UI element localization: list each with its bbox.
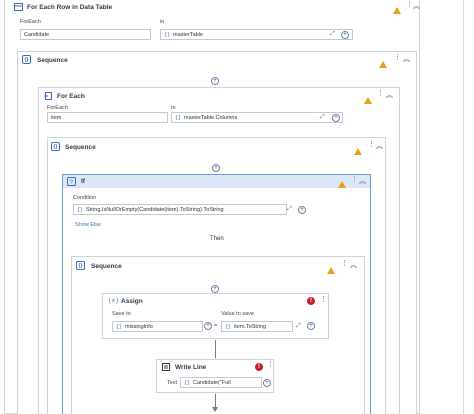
- error-icon[interactable]: !: [307, 297, 315, 305]
- outer-sequence-header[interactable]: {} Sequence ⋮ ︽: [18, 52, 416, 69]
- in-collection-field[interactable]: {} masterTable.Columns: [171, 112, 343, 123]
- right-rail-line: [463, 0, 464, 414]
- expand-editor-icon[interactable]: ⤢: [287, 206, 292, 213]
- inner-sequence-header[interactable]: {} Sequence ⋮ ︽: [48, 138, 385, 155]
- expression-brace-icon: {}: [164, 31, 171, 38]
- write-line-title: Write Line: [175, 364, 207, 371]
- save-to-label: Save to: [112, 311, 131, 317]
- add-variable-icon[interactable]: +: [298, 206, 306, 214]
- add-variable-icon[interactable]: +: [307, 322, 315, 330]
- warning-icon[interactable]: [354, 148, 362, 155]
- warning-icon[interactable]: [393, 6, 401, 14]
- warning-icon[interactable]: [327, 267, 335, 274]
- for-each-row-title: For Each Row in Data Table: [27, 4, 113, 11]
- save-to-field[interactable]: {} missingInfo: [112, 321, 203, 332]
- expression-brace-icon: {}: [116, 323, 123, 330]
- foreach-label: ForEach: [20, 19, 41, 25]
- expand-editor-icon[interactable]: ⤢: [296, 323, 301, 330]
- warning-icon[interactable]: [364, 97, 372, 104]
- add-variable-icon[interactable]: +: [263, 379, 271, 387]
- condition-field[interactable]: {} String.IsNullOrEmpty(Candidate(item).…: [73, 204, 287, 215]
- assign-icon: (x): [108, 297, 119, 304]
- foreach-variable-value: item: [51, 114, 62, 121]
- more-options-icon[interactable]: ⋮: [351, 176, 358, 183]
- then-sequence-header[interactable]: {} Sequence ⋮ ︽: [72, 257, 364, 274]
- foreach-variable-value: Candidate: [24, 31, 50, 38]
- more-options-icon[interactable]: ⋮: [394, 54, 401, 61]
- for-each-row-header[interactable]: For Each Row in Data Table ⋮ ︽: [5, 0, 420, 14]
- write-line-icon: [162, 363, 170, 371]
- collapse-icon[interactable]: ︽: [413, 3, 420, 11]
- if-title: If: [81, 178, 85, 185]
- condition-label: Condition: [73, 195, 97, 201]
- collapse-icon[interactable]: ︽: [403, 56, 410, 64]
- collapse-icon[interactable]: ︽: [386, 92, 393, 100]
- sequence-icon: {}: [22, 55, 31, 64]
- add-variable-icon[interactable]: +: [341, 31, 349, 39]
- in-collection-field[interactable]: {} masterTable: [160, 29, 353, 40]
- collapse-icon[interactable]: ︽: [359, 178, 366, 186]
- save-to-value: missingInfo: [125, 323, 153, 330]
- in-collection-value: masterTable: [173, 31, 203, 38]
- for-each-icon: [44, 92, 52, 100]
- then-sequence-title: Sequence: [91, 263, 122, 270]
- then-label: Then: [210, 236, 224, 242]
- expression-brace-icon: {}: [184, 379, 191, 386]
- connector-line: [215, 340, 216, 358]
- sequence-icon: {}: [51, 142, 60, 151]
- for-each-row-icon: [14, 3, 23, 11]
- foreach-label: ForEach: [47, 105, 68, 111]
- equals-sign: =: [214, 323, 218, 329]
- in-label: in: [160, 19, 165, 25]
- assign-title: Assign: [121, 298, 143, 305]
- text-label: Text: [167, 380, 178, 386]
- insert-activity-icon[interactable]: +: [211, 285, 219, 293]
- show-else-link[interactable]: Show Else: [75, 222, 101, 228]
- expression-brace-icon: {}: [77, 206, 84, 213]
- more-options-icon[interactable]: ⋮: [320, 296, 327, 303]
- more-options-icon[interactable]: ⋮: [377, 90, 384, 97]
- connector-line: [215, 394, 216, 408]
- sequence-icon: {}: [76, 261, 85, 270]
- value-to-save-label: Value to save: [221, 311, 254, 317]
- if-header[interactable]: ? If ⋮ ︽: [63, 175, 370, 188]
- text-field[interactable]: {} Candidate("Full: [180, 377, 262, 388]
- more-options-icon[interactable]: ⋮: [368, 141, 375, 148]
- warning-icon[interactable]: [338, 181, 346, 188]
- condition-value: String.IsNullOrEmpty(Candidate(item).ToS…: [86, 206, 224, 213]
- error-icon[interactable]: !: [255, 363, 263, 371]
- add-variable-icon[interactable]: +: [204, 322, 212, 330]
- in-label: In: [171, 105, 176, 111]
- collapse-icon[interactable]: ︽: [350, 262, 357, 270]
- expand-editor-icon[interactable]: ⤢: [330, 31, 335, 38]
- connector-arrowhead: [212, 407, 218, 412]
- more-options-icon[interactable]: ⋮: [341, 260, 348, 267]
- insert-activity-icon[interactable]: +: [211, 77, 219, 85]
- for-each-header[interactable]: For Each ⋮ ︽: [39, 88, 399, 105]
- value-to-save-field[interactable]: {} item.ToString: [221, 321, 293, 332]
- write-line-header[interactable]: Write Line ! ⋮: [157, 360, 274, 374]
- warning-icon[interactable]: [379, 61, 387, 68]
- text-value: Candidate("Full: [193, 379, 231, 386]
- inner-sequence-title: Sequence: [65, 144, 96, 151]
- foreach-variable-field[interactable]: item: [47, 112, 168, 123]
- expression-brace-icon: {}: [175, 114, 182, 121]
- more-options-icon[interactable]: ⋮: [406, 1, 413, 8]
- assign-activity[interactable]: (x) Assign ! ⋮ Save to {} missingInfo + …: [102, 293, 329, 339]
- insert-activity-icon[interactable]: +: [212, 164, 220, 172]
- expression-brace-icon: {}: [225, 323, 232, 330]
- in-collection-value: masterTable.Columns: [184, 114, 238, 121]
- foreach-variable-field[interactable]: Candidate: [20, 29, 151, 40]
- if-icon: ?: [67, 177, 76, 186]
- for-each-title: For Each: [57, 93, 85, 100]
- write-line-activity[interactable]: Write Line ! ⋮ Text {} Candidate("Full +: [156, 359, 274, 393]
- value-to-save-value: item.ToString: [234, 323, 267, 330]
- more-options-icon[interactable]: ⋮: [267, 361, 274, 368]
- add-variable-icon[interactable]: +: [332, 114, 340, 122]
- outer-sequence-title: Sequence: [37, 57, 68, 64]
- collapse-icon[interactable]: ︽: [376, 143, 383, 151]
- expand-editor-icon[interactable]: ⤢: [320, 114, 325, 121]
- assign-header[interactable]: (x) Assign ! ⋮: [103, 294, 328, 309]
